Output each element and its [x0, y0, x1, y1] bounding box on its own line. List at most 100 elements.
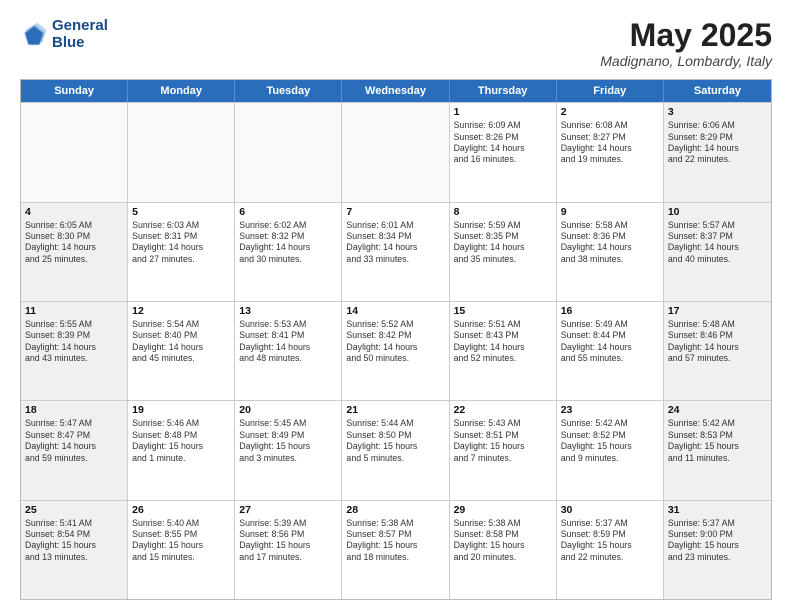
day-number: 26	[132, 504, 230, 516]
day-cell-22: 22Sunrise: 5:43 AM Sunset: 8:51 PM Dayli…	[450, 401, 557, 499]
cell-text: Sunrise: 5:44 AM Sunset: 8:50 PM Dayligh…	[346, 418, 444, 464]
cell-text: Sunrise: 5:42 AM Sunset: 8:53 PM Dayligh…	[668, 418, 767, 464]
cell-text: Sunrise: 5:49 AM Sunset: 8:44 PM Dayligh…	[561, 319, 659, 365]
cell-text: Sunrise: 5:37 AM Sunset: 8:59 PM Dayligh…	[561, 518, 659, 564]
day-cell-25: 25Sunrise: 5:41 AM Sunset: 8:54 PM Dayli…	[21, 501, 128, 599]
cell-text: Sunrise: 5:38 AM Sunset: 8:58 PM Dayligh…	[454, 518, 552, 564]
day-number: 4	[25, 206, 123, 218]
day-number: 2	[561, 106, 659, 118]
day-cell-23: 23Sunrise: 5:42 AM Sunset: 8:52 PM Dayli…	[557, 401, 664, 499]
header-day-sunday: Sunday	[21, 80, 128, 102]
day-cell-24: 24 Sunrise: 5:42 AM Sunset: 8:53 PM Dayli…	[664, 401, 771, 499]
day-cell-10: 10Sunrise: 5:57 AM Sunset: 8:37 PM Dayli…	[664, 203, 771, 301]
day-number: 19	[132, 404, 230, 416]
header-day-friday: Friday	[557, 80, 664, 102]
calendar-row-5: 25Sunrise: 5:41 AM Sunset: 8:54 PM Dayli…	[21, 500, 771, 599]
header-day-tuesday: Tuesday	[235, 80, 342, 102]
header-day-monday: Monday	[128, 80, 235, 102]
cell-text: Sunrise: 5:58 AM Sunset: 8:36 PM Dayligh…	[561, 220, 659, 266]
cell-text: Sunrise: 5:43 AM Sunset: 8:51 PM Dayligh…	[454, 418, 552, 464]
cell-text: Sunrise: 5:38 AM Sunset: 8:57 PM Dayligh…	[346, 518, 444, 564]
day-number: 1	[454, 106, 552, 118]
month-title: May 2025	[600, 18, 772, 53]
cell-text: Sunrise: 6:01 AM Sunset: 8:34 PM Dayligh…	[346, 220, 444, 266]
day-cell-29: 29 Sunrise: 5:38 AM Sunset: 8:58 PM Dayli…	[450, 501, 557, 599]
day-number: 13	[239, 305, 337, 317]
day-number: 6	[239, 206, 337, 218]
day-number: 3	[668, 106, 767, 118]
day-cell-28: 28 Sunrise: 5:38 AM Sunset: 8:57 PM Dayli…	[342, 501, 449, 599]
calendar-body: 1 Sunrise: 6:09 AM Sunset: 8:26 PM Daylig…	[21, 102, 771, 599]
cell-text: Sunrise: 6:06 AM Sunset: 8:29 PM Dayligh…	[668, 120, 767, 166]
day-cell-21: 21Sunrise: 5:44 AM Sunset: 8:50 PM Dayli…	[342, 401, 449, 499]
cell-text: Sunrise: 5:57 AM Sunset: 8:37 PM Dayligh…	[668, 220, 767, 266]
day-cell-17: 17Sunrise: 5:48 AM Sunset: 8:46 PM Dayli…	[664, 302, 771, 400]
day-number: 24	[668, 404, 767, 416]
day-number: 11	[25, 305, 123, 317]
day-cell-19: 19 Sunrise: 5:46 AM Sunset: 8:48 PM Dayli…	[128, 401, 235, 499]
day-cell-14: 14 Sunrise: 5:52 AM Sunset: 8:42 PM Dayli…	[342, 302, 449, 400]
calendar-row-1: 1 Sunrise: 6:09 AM Sunset: 8:26 PM Daylig…	[21, 102, 771, 201]
day-cell-2: 2 Sunrise: 6:08 AM Sunset: 8:27 PM Daylig…	[557, 103, 664, 201]
logo-icon	[20, 21, 48, 49]
cell-text: Sunrise: 5:46 AM Sunset: 8:48 PM Dayligh…	[132, 418, 230, 464]
cell-text: Sunrise: 5:37 AM Sunset: 9:00 PM Dayligh…	[668, 518, 767, 564]
day-number: 18	[25, 404, 123, 416]
calendar-row-2: 4Sunrise: 6:05 AM Sunset: 8:30 PM Daylig…	[21, 202, 771, 301]
day-number: 25	[25, 504, 123, 516]
day-cell-31: 31Sunrise: 5:37 AM Sunset: 9:00 PM Dayli…	[664, 501, 771, 599]
cell-text: Sunrise: 5:55 AM Sunset: 8:39 PM Dayligh…	[25, 319, 123, 365]
day-number: 15	[454, 305, 552, 317]
day-cell-12: 12Sunrise: 5:54 AM Sunset: 8:40 PM Dayli…	[128, 302, 235, 400]
day-cell-18: 18 Sunrise: 5:47 AM Sunset: 8:47 PM Dayli…	[21, 401, 128, 499]
day-number: 14	[346, 305, 444, 317]
cell-text: Sunrise: 5:48 AM Sunset: 8:46 PM Dayligh…	[668, 319, 767, 365]
day-cell-11: 11 Sunrise: 5:55 AM Sunset: 8:39 PM Dayli…	[21, 302, 128, 400]
logo-line1: General	[52, 18, 108, 35]
day-cell-7: 7 Sunrise: 6:01 AM Sunset: 8:34 PM Daylig…	[342, 203, 449, 301]
day-number: 9	[561, 206, 659, 218]
empty-cell	[21, 103, 128, 201]
logo: General Blue	[20, 18, 108, 51]
cell-text: Sunrise: 5:40 AM Sunset: 8:55 PM Dayligh…	[132, 518, 230, 564]
calendar-row-4: 18 Sunrise: 5:47 AM Sunset: 8:47 PM Dayli…	[21, 400, 771, 499]
day-cell-13: 13 Sunrise: 5:53 AM Sunset: 8:41 PM Dayli…	[235, 302, 342, 400]
day-number: 27	[239, 504, 337, 516]
empty-cell	[235, 103, 342, 201]
cell-text: Sunrise: 5:52 AM Sunset: 8:42 PM Dayligh…	[346, 319, 444, 365]
logo-line2: Blue	[52, 35, 108, 52]
title-block: May 2025 Madignano, Lombardy, Italy	[600, 18, 772, 69]
day-number: 7	[346, 206, 444, 218]
header-day-saturday: Saturday	[664, 80, 771, 102]
cell-text: Sunrise: 6:09 AM Sunset: 8:26 PM Dayligh…	[454, 120, 552, 166]
day-cell-20: 20 Sunrise: 5:45 AM Sunset: 8:49 PM Dayli…	[235, 401, 342, 499]
cell-text: Sunrise: 5:54 AM Sunset: 8:40 PM Dayligh…	[132, 319, 230, 365]
day-cell-8: 8Sunrise: 5:59 AM Sunset: 8:35 PM Daylig…	[450, 203, 557, 301]
logo-text: General Blue	[52, 18, 108, 51]
day-number: 30	[561, 504, 659, 516]
calendar-row-3: 11 Sunrise: 5:55 AM Sunset: 8:39 PM Dayli…	[21, 301, 771, 400]
day-number: 20	[239, 404, 337, 416]
cell-text: Sunrise: 5:45 AM Sunset: 8:49 PM Dayligh…	[239, 418, 337, 464]
header-day-thursday: Thursday	[450, 80, 557, 102]
day-number: 29	[454, 504, 552, 516]
day-cell-3: 3 Sunrise: 6:06 AM Sunset: 8:29 PM Daylig…	[664, 103, 771, 201]
day-cell-6: 6Sunrise: 6:02 AM Sunset: 8:32 PM Daylig…	[235, 203, 342, 301]
cell-text: Sunrise: 5:53 AM Sunset: 8:41 PM Dayligh…	[239, 319, 337, 365]
day-cell-4: 4Sunrise: 6:05 AM Sunset: 8:30 PM Daylig…	[21, 203, 128, 301]
day-number: 5	[132, 206, 230, 218]
day-cell-27: 27Sunrise: 5:39 AM Sunset: 8:56 PM Dayli…	[235, 501, 342, 599]
cell-text: Sunrise: 6:08 AM Sunset: 8:27 PM Dayligh…	[561, 120, 659, 166]
cell-text: Sunrise: 5:47 AM Sunset: 8:47 PM Dayligh…	[25, 418, 123, 464]
day-cell-30: 30 Sunrise: 5:37 AM Sunset: 8:59 PM Dayli…	[557, 501, 664, 599]
cell-text: Sunrise: 5:42 AM Sunset: 8:52 PM Dayligh…	[561, 418, 659, 464]
day-cell-15: 15Sunrise: 5:51 AM Sunset: 8:43 PM Dayli…	[450, 302, 557, 400]
day-cell-26: 26 Sunrise: 5:40 AM Sunset: 8:55 PM Dayli…	[128, 501, 235, 599]
calendar-header: SundayMondayTuesdayWednesdayThursdayFrid…	[21, 80, 771, 102]
empty-cell	[342, 103, 449, 201]
cell-text: Sunrise: 6:03 AM Sunset: 8:31 PM Dayligh…	[132, 220, 230, 266]
day-number: 16	[561, 305, 659, 317]
day-cell-1: 1 Sunrise: 6:09 AM Sunset: 8:26 PM Daylig…	[450, 103, 557, 201]
day-number: 28	[346, 504, 444, 516]
day-cell-16: 16 Sunrise: 5:49 AM Sunset: 8:44 PM Dayli…	[557, 302, 664, 400]
